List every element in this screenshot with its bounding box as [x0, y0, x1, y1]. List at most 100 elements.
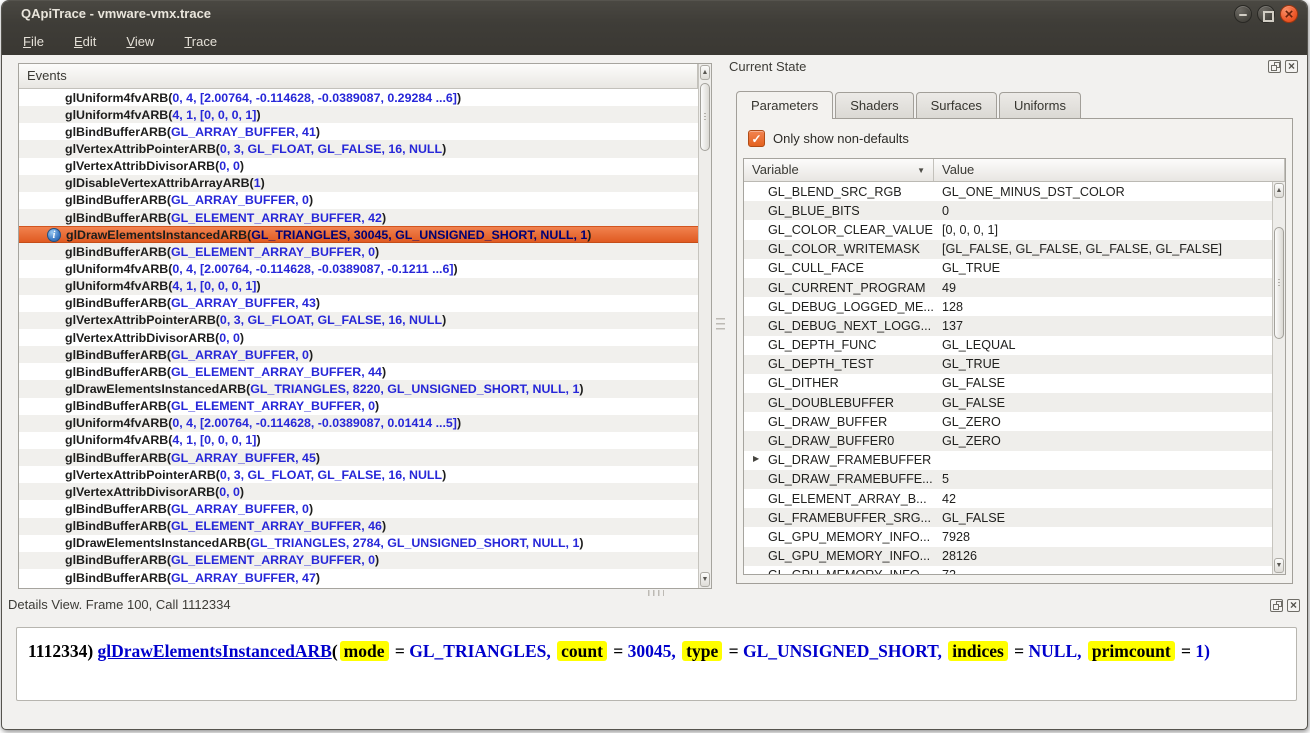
scroll-up-icon[interactable]: ▲	[700, 65, 710, 80]
event-row[interactable]: glBindBufferARB(GL_ARRAY_BUFFER, 43)	[19, 295, 698, 312]
event-row[interactable]: glVertexAttribDivisorARB(0, 0)	[19, 329, 698, 346]
table-row[interactable]: GL_ELEMENT_ARRAY_B...42	[744, 489, 1272, 508]
table-row[interactable]: GL_DRAW_FRAMEBUFFE...5	[744, 470, 1272, 489]
event-row[interactable]: iglDrawElementsInstancedARB(GL_TRIANGLES…	[19, 226, 698, 243]
event-function: glDrawElementsInstancedARB	[66, 228, 247, 242]
table-row[interactable]: GL_CULL_FACEGL_TRUE	[744, 259, 1272, 278]
event-row[interactable]: glDrawElementsInstancedARB(GL_TRIANGLES,…	[19, 535, 698, 552]
event-row[interactable]: glBindBufferARB(GL_ELEMENT_ARRAY_BUFFER,…	[19, 363, 698, 380]
scrollbar-thumb[interactable]	[700, 83, 710, 151]
event-args: GL_TRIANGLES, 30045, GL_UNSIGNED_SHORT, …	[251, 228, 587, 242]
state-value: GL_FALSE	[934, 376, 1005, 390]
event-row[interactable]: glBindBufferARB(GL_ELEMENT_ARRAY_BUFFER,…	[19, 552, 698, 569]
event-row[interactable]: glUniform4fvARB(0, 4, [2.00764, -0.11462…	[19, 415, 698, 432]
scroll-up-icon[interactable]: ▲	[1274, 183, 1284, 198]
table-row[interactable]: GL_DRAW_BUFFERGL_ZERO	[744, 412, 1272, 431]
param-name-highlight: mode	[340, 641, 389, 661]
event-row[interactable]: glVertexAttribDivisorARB(0, 0)	[19, 158, 698, 175]
current-state-title: Current State	[729, 59, 806, 74]
events-scrollbar[interactable]: ▲ ▼	[698, 64, 711, 588]
table-row[interactable]: GL_GPU_MEMORY_INFO...7928	[744, 527, 1272, 546]
event-row[interactable]: glBindBufferARB(GL_ELEMENT_ARRAY_BUFFER,…	[19, 398, 698, 415]
float-panel-icon[interactable]	[1270, 599, 1283, 612]
menu-item-file[interactable]: File	[8, 29, 59, 55]
tab-surfaces[interactable]: Surfaces	[916, 92, 997, 118]
state-value: GL_TRUE	[934, 261, 1000, 275]
detail-text: ,	[546, 641, 555, 661]
menu-item-edit[interactable]: Edit	[59, 29, 111, 55]
state-variable: GL_DOUBLEBUFFER	[744, 396, 934, 410]
event-row[interactable]: glUniform4fvARB(4, 1, [0, 0, 0, 1])	[19, 278, 698, 295]
column-header-value[interactable]: Value	[934, 159, 1285, 181]
event-row[interactable]: glBindBufferARB(GL_ARRAY_BUFFER, 45)	[19, 449, 698, 466]
event-row[interactable]: glBindBufferARB(GL_ARRAY_BUFFER, 47)	[19, 569, 698, 586]
checkbox-checked-icon[interactable]: ✓	[748, 130, 765, 147]
scrollbar-thumb[interactable]	[1274, 227, 1284, 339]
table-row[interactable]: ▶GL_DRAW_FRAMEBUFFER	[744, 451, 1272, 470]
vertical-splitter[interactable]	[716, 318, 725, 332]
table-row[interactable]: GL_CURRENT_PROGRAM49	[744, 278, 1272, 297]
events-header[interactable]: Events	[19, 64, 698, 89]
call-function-link[interactable]: glDrawElementsInstancedARB	[98, 641, 332, 661]
tab-shaders[interactable]: Shaders	[835, 92, 913, 118]
state-variable: GL_DEBUG_LOGGED_ME...	[744, 300, 934, 314]
event-row[interactable]: glVertexAttribDivisorARB(0, 0)	[19, 483, 698, 500]
event-row[interactable]: glUniform4fvARB(4, 1, [0, 0, 0, 1])	[19, 432, 698, 449]
minimize-icon[interactable]	[1234, 5, 1252, 23]
table-row[interactable]: GL_DEPTH_FUNCGL_LEQUAL	[744, 336, 1272, 355]
scroll-down-icon[interactable]: ▼	[1274, 558, 1284, 573]
close-panel-icon[interactable]	[1285, 60, 1298, 73]
event-row[interactable]: glUniform4fvARB(0, 4, [2.00764, -0.11462…	[19, 260, 698, 277]
menu-item-view[interactable]: View	[111, 29, 169, 55]
table-row[interactable]: GL_COLOR_WRITEMASK[GL_FALSE, GL_FALSE, G…	[744, 240, 1272, 259]
table-row[interactable]: GL_DITHERGL_FALSE	[744, 374, 1272, 393]
close-icon[interactable]	[1280, 5, 1298, 23]
non-defaults-filter[interactable]: ✓ Only show non-defaults	[748, 130, 909, 147]
table-row[interactable]: GL_DEBUG_NEXT_LOGG...137	[744, 316, 1272, 335]
state-table-header: Variable ▼ Value	[744, 159, 1285, 182]
horizontal-splitter[interactable]	[648, 590, 664, 596]
state-value: GL_LEQUAL	[934, 338, 1016, 352]
table-row[interactable]: GL_BLEND_SRC_RGBGL_ONE_MINUS_DST_COLOR	[744, 182, 1272, 201]
table-row[interactable]: GL_DRAW_BUFFER0GL_ZERO	[744, 431, 1272, 450]
scroll-down-icon[interactable]: ▼	[700, 572, 710, 587]
event-row[interactable]: glBindBufferARB(GL_ARRAY_BUFFER, 0)	[19, 192, 698, 209]
table-row[interactable]: GL_FRAMEBUFFER_SRG...GL_FALSE	[744, 508, 1272, 527]
table-row[interactable]: GL_DEPTH_TESTGL_TRUE	[744, 355, 1272, 374]
event-row[interactable]: glBindBufferARB(GL_ELEMENT_ARRAY_BUFFER,…	[19, 209, 698, 226]
event-row[interactable]: glBindBufferARB(GL_ELEMENT_ARRAY_BUFFER,…	[19, 243, 698, 260]
state-scrollbar[interactable]: ▲ ▼	[1272, 182, 1285, 574]
event-row[interactable]: glBindBufferARB(GL_ARRAY_BUFFER, 0)	[19, 346, 698, 363]
expand-icon[interactable]: ▶	[753, 454, 759, 463]
maximize-icon[interactable]	[1257, 5, 1275, 23]
event-args: GL_ELEMENT_ARRAY_BUFFER, 46	[171, 519, 382, 533]
event-row[interactable]: glDisableVertexAttribArrayARB(1)	[19, 175, 698, 192]
table-row[interactable]: GL_BLUE_BITS0	[744, 201, 1272, 220]
menu-item-trace[interactable]: Trace	[169, 29, 232, 55]
table-row[interactable]: GL_DOUBLEBUFFERGL_FALSE	[744, 393, 1272, 412]
event-row[interactable]: glVertexAttribPointerARB(0, 3, GL_FLOAT,…	[19, 312, 698, 329]
event-args: 4, 1, [0, 0, 0, 1]	[172, 279, 256, 293]
table-row[interactable]: GL_GPU_MEMORY_INFO...28126	[744, 547, 1272, 566]
tab-parameters[interactable]: Parameters	[736, 91, 833, 119]
event-row[interactable]: glBindBufferARB(GL_ELEMENT_ARRAY_BUFFER,…	[19, 518, 698, 535]
event-row[interactable]: glVertexAttribPointerARB(0, 3, GL_FLOAT,…	[19, 140, 698, 157]
table-row[interactable]: GL_DEBUG_LOGGED_ME...128	[744, 297, 1272, 316]
state-value: 7928	[934, 530, 970, 544]
detail-text: ,	[1077, 641, 1086, 661]
event-args: 0, 3, GL_FLOAT, GL_FALSE, 16, NULL	[220, 313, 442, 327]
event-row[interactable]: glBindBufferARB(GL_ARRAY_BUFFER, 0)	[19, 500, 698, 517]
detail-text: GL_UNSIGNED_SHORT	[743, 641, 938, 661]
table-row[interactable]: GL_COLOR_CLEAR_VALUE[0, 0, 0, 1]	[744, 220, 1272, 239]
table-row[interactable]: GL_GPU_MEMORY_INFO...72	[744, 566, 1272, 574]
event-args: GL_ELEMENT_ARRAY_BUFFER, 0	[171, 553, 375, 567]
event-row[interactable]: glUniform4fvARB(4, 1, [0, 0, 0, 1])	[19, 106, 698, 123]
column-header-variable[interactable]: Variable ▼	[744, 159, 934, 181]
float-panel-icon[interactable]	[1268, 60, 1281, 73]
event-row[interactable]: glVertexAttribPointerARB(0, 3, GL_FLOAT,…	[19, 466, 698, 483]
event-row[interactable]: glBindBufferARB(GL_ARRAY_BUFFER, 41)	[19, 123, 698, 140]
tab-uniforms[interactable]: Uniforms	[999, 92, 1081, 118]
close-panel-icon[interactable]	[1287, 599, 1300, 612]
event-row[interactable]: glUniform4fvARB(0, 4, [2.00764, -0.11462…	[19, 89, 698, 106]
event-row[interactable]: glDrawElementsInstancedARB(GL_TRIANGLES,…	[19, 380, 698, 397]
